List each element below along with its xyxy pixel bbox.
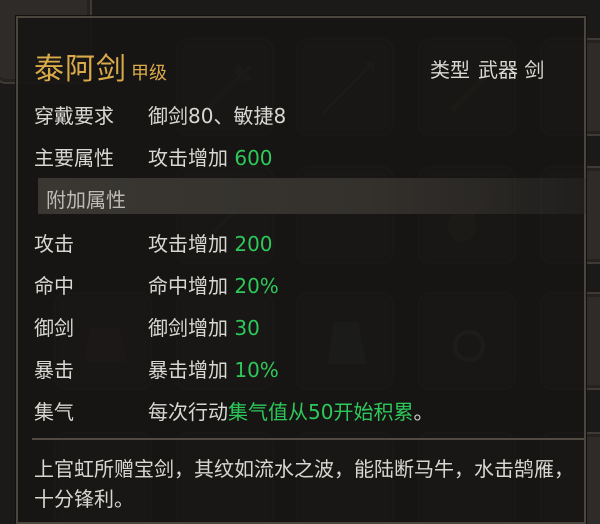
main-attribute-row: 主要属性 攻击增加 600 xyxy=(34,142,273,171)
extra-attribute-value: 30 xyxy=(234,316,260,340)
extra-attribute-value: 20% xyxy=(234,274,279,298)
special-effect-row: 集气 每次行动集气值从50开始积累。 xyxy=(34,396,433,425)
extra-attribute-prefix: 命中增加 xyxy=(148,274,235,298)
item-type: 类型 武器 剑 xyxy=(430,54,544,83)
item-description: 上官虹所赠宝剑，其纹如流水之波，能陆断马牛，水击鹄雁，十分锋利。 xyxy=(34,457,574,511)
main-attribute-prefix: 攻击增加 xyxy=(148,146,235,170)
extra-attribute-label: 御剑 xyxy=(34,316,74,340)
extra-attribute-prefix: 暴击增加 xyxy=(148,358,235,382)
extra-attributes-header: 附加属性 xyxy=(38,178,586,214)
item-grade: 甲级 xyxy=(131,63,167,84)
divider xyxy=(32,438,584,440)
item-type-label: 类型 xyxy=(430,58,470,82)
requirement-value: 御剑80、敏捷8 xyxy=(148,104,287,128)
extra-attribute-row: 攻击 攻击增加 200 xyxy=(34,228,273,257)
item-tooltip: 泰阿剑 甲级 类型 武器 剑 穿戴要求 御剑80、敏捷8 主要属性 攻击增加 600 附… xyxy=(16,16,586,524)
main-attribute-label: 主要属性 xyxy=(34,146,114,170)
extra-attributes-title: 附加属性 xyxy=(46,188,126,212)
extra-attribute-value: 10% xyxy=(234,358,279,382)
extra-attribute-row: 暴击 暴击增加 10% xyxy=(34,354,279,383)
special-effect-prefix: 每次行动 xyxy=(148,400,228,424)
special-effect-suffix: 。 xyxy=(413,400,434,424)
extra-attribute-label: 暴击 xyxy=(34,358,74,382)
extra-attribute-row: 命中 命中增加 20% xyxy=(34,270,279,299)
extra-attribute-label: 命中 xyxy=(34,274,74,298)
extra-attribute-label: 攻击 xyxy=(34,232,74,256)
item-name: 泰阿剑 xyxy=(34,52,127,87)
requirement-label: 穿戴要求 xyxy=(34,104,114,128)
special-effect-highlight: 集气值从50开始积累 xyxy=(228,400,414,424)
requirement-row: 穿戴要求 御剑80、敏捷8 xyxy=(34,100,286,129)
extra-attribute-value: 200 xyxy=(234,232,273,256)
main-attribute-value: 600 xyxy=(234,146,273,170)
extra-attribute-prefix: 御剑增加 xyxy=(148,316,235,340)
item-type-value: 武器 剑 xyxy=(478,58,545,82)
extra-attribute-row: 御剑 御剑增加 30 xyxy=(34,312,260,341)
item-title: 泰阿剑 甲级 xyxy=(34,44,167,88)
extra-attribute-prefix: 攻击增加 xyxy=(148,232,235,256)
special-effect-label: 集气 xyxy=(34,400,74,424)
